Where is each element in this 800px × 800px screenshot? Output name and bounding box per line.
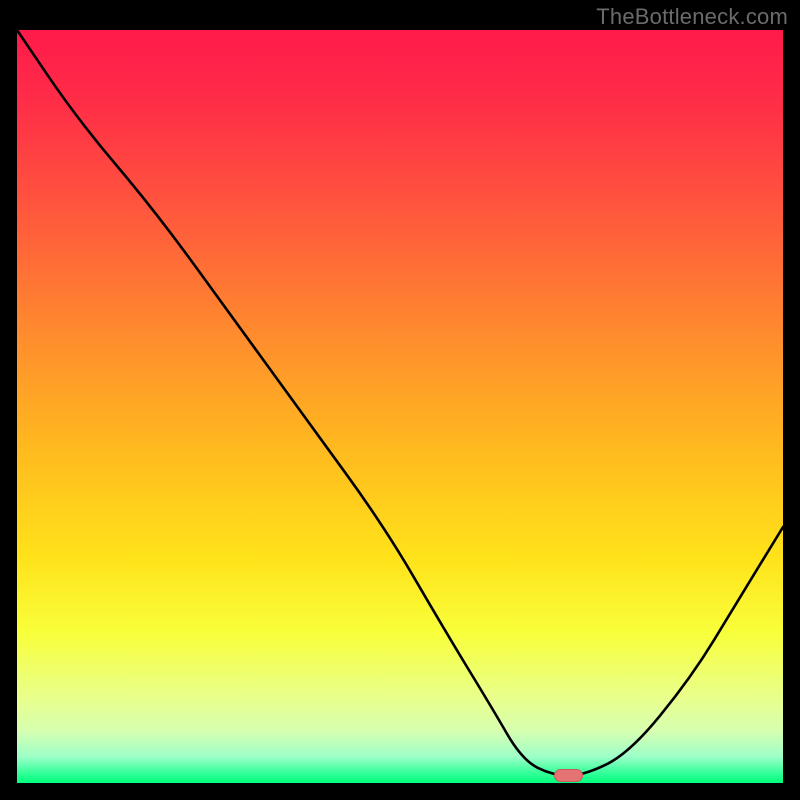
- optimal-marker: [555, 770, 583, 782]
- plot-area: [17, 30, 783, 783]
- gradient-background: [17, 30, 783, 783]
- bottleneck-chart: [17, 30, 783, 783]
- watermark-text: TheBottleneck.com: [596, 4, 788, 30]
- chart-frame: TheBottleneck.com: [0, 0, 800, 800]
